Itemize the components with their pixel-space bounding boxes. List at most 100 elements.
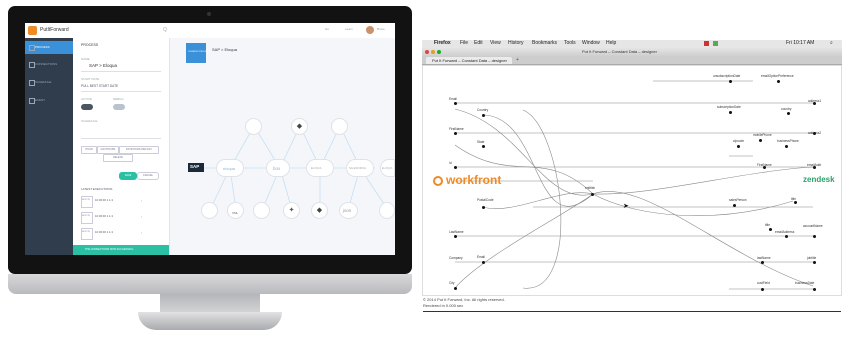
right-field-port[interactable] [769, 228, 772, 231]
execution-row[interactable]: NOV 26 10:30:00 1.1.3 › [81, 228, 161, 242]
nav-item-event[interactable]: EVENT [35, 99, 45, 102]
right-field-port[interactable] [763, 166, 766, 169]
left-field[interactable]: LastName [449, 230, 464, 234]
right-field-port[interactable] [794, 201, 797, 204]
right-field-port[interactable] [813, 288, 816, 291]
menu-view[interactable]: View [490, 41, 501, 46]
grid-icon[interactable] [331, 118, 348, 135]
maximize-icon[interactable] [437, 50, 441, 54]
search-icon[interactable]: Q [163, 28, 167, 33]
doc-icon[interactable] [253, 202, 270, 219]
right-field[interactable]: jobtitle [807, 256, 816, 260]
right-field[interactable]: mobilePhone [753, 133, 772, 137]
right-field-port[interactable] [759, 139, 762, 142]
save-button[interactable]: SAVE [119, 172, 137, 180]
left-field-port[interactable] [454, 166, 457, 169]
execution-row[interactable]: NOV 26 10:30:00 1.1.3 › [81, 196, 161, 210]
day-hours-per-day-button[interactable]: DAY/HOURS PER DAY [119, 146, 159, 154]
twitter-icon[interactable]: ✦ [283, 202, 300, 219]
pipeline-node-box[interactable]: box [266, 159, 290, 177]
right-field[interactable]: emailAddress [775, 230, 794, 234]
minimize-icon[interactable] [431, 50, 435, 54]
left-field[interactable]: PostalCode [477, 198, 493, 202]
left-field-port[interactable] [454, 235, 457, 238]
right-field[interactable]: zipcode [733, 139, 744, 143]
right-field-port[interactable] [785, 235, 788, 238]
right-field[interactable]: salesPerson [729, 198, 747, 202]
menu-file[interactable]: File [460, 41, 468, 46]
left-field-port[interactable] [482, 206, 485, 209]
menu-tools[interactable]: Tools [564, 41, 576, 46]
right-field-port[interactable] [737, 145, 740, 148]
right-field[interactable]: emailOptionPreference [761, 74, 794, 78]
close-icon[interactable] [425, 50, 429, 54]
left-field-port[interactable] [454, 132, 457, 135]
left-field[interactable]: FirstName [449, 127, 464, 131]
left-field-port[interactable] [482, 145, 485, 148]
user-name[interactable]: Bruce [377, 28, 385, 31]
pipeline-node-eloqua-3[interactable]: ELOQUA [380, 159, 395, 177]
right-field[interactable]: country [781, 107, 791, 111]
menu-edit[interactable]: Edit [474, 41, 483, 46]
right-field-port[interactable] [733, 204, 736, 207]
lion-icon[interactable]: ◆ [291, 118, 308, 135]
lion-icon[interactable]: ◆ [311, 202, 328, 219]
topbar-link-go[interactable]: Go [325, 28, 329, 31]
left-field[interactable]: Country [477, 108, 488, 112]
pipeline-node-eloqua-2[interactable]: ELOQUA [306, 159, 334, 177]
right-field[interactable]: accountName [803, 224, 823, 228]
menu-firefox[interactable]: Firefox [434, 41, 451, 46]
avatar[interactable] [366, 26, 374, 34]
menu-bookmarks[interactable]: Bookmarks [532, 41, 557, 46]
start-date-input[interactable]: PULL BEST START DATE [81, 84, 118, 88]
pipeline-node-salesforce[interactable]: SALESFORCE [346, 159, 374, 177]
left-field[interactable]: City [449, 281, 455, 285]
left-field[interactable]: Email [449, 97, 457, 101]
center-node[interactable] [591, 193, 594, 196]
menu-help[interactable]: Help [606, 41, 616, 46]
day-hours-button[interactable]: DAY/HOURS [97, 146, 119, 154]
left-field-port[interactable] [482, 261, 485, 264]
right-field-port[interactable] [761, 288, 764, 291]
left-field[interactable]: State [477, 140, 484, 144]
right-field-port[interactable] [813, 235, 816, 238]
spotlight-icon[interactable]: ⌕ [830, 41, 833, 46]
right-field-port[interactable] [787, 112, 790, 115]
right-field[interactable]: custField [757, 281, 770, 285]
nav-item-process[interactable]: PROCESS [35, 46, 50, 49]
sheet-icon[interactable] [201, 202, 218, 219]
right-field[interactable]: unsubscriptionDate [713, 74, 740, 78]
browser-tab[interactable]: Put It Forward – Constant Data – designe… [426, 57, 512, 64]
doc-icon[interactable] [245, 118, 262, 135]
active-toggle[interactable] [81, 104, 93, 110]
menu-window[interactable]: Window [582, 41, 600, 46]
left-field[interactable]: Email [477, 255, 485, 259]
left-field[interactable]: Id [449, 161, 452, 165]
right-field-port[interactable] [729, 80, 732, 83]
left-field-port[interactable] [454, 287, 457, 290]
topbar-link-learn[interactable]: Learn [345, 28, 353, 31]
nav-item-connections[interactable]: CONNECTIONS [35, 63, 57, 66]
right-field-port[interactable] [813, 132, 816, 135]
right-field[interactable]: title [765, 223, 770, 227]
nav-item-schedule[interactable]: SCHEDULE [35, 81, 51, 84]
status-icon[interactable] [713, 41, 718, 46]
right-field-port[interactable] [785, 145, 788, 148]
clock[interactable]: Fri 10:17 AM [786, 41, 814, 46]
right-field[interactable]: lastName [757, 256, 770, 260]
cancel-button[interactable]: CANCEL [137, 172, 159, 180]
status-icon[interactable] [704, 41, 709, 46]
menu-history[interactable]: History [508, 41, 524, 46]
right-field[interactable]: subscriptionDate [717, 105, 741, 109]
left-field-port[interactable] [482, 114, 485, 117]
pipeline-node-eloqua[interactable]: eloqua [216, 159, 244, 177]
left-field-port[interactable] [454, 102, 457, 105]
sap-logo[interactable]: SAP [188, 163, 204, 172]
right-field-port[interactable] [729, 111, 732, 114]
execution-row[interactable]: NOV 26 10:30:00 1.1.3 › [81, 212, 161, 226]
right-field-port[interactable] [813, 166, 816, 169]
name-input[interactable]: SAP > Eloqua [89, 63, 117, 69]
xml-icon[interactable]: XML [227, 202, 244, 219]
left-field[interactable]: Company [449, 256, 463, 260]
grid-icon[interactable] [379, 202, 395, 219]
